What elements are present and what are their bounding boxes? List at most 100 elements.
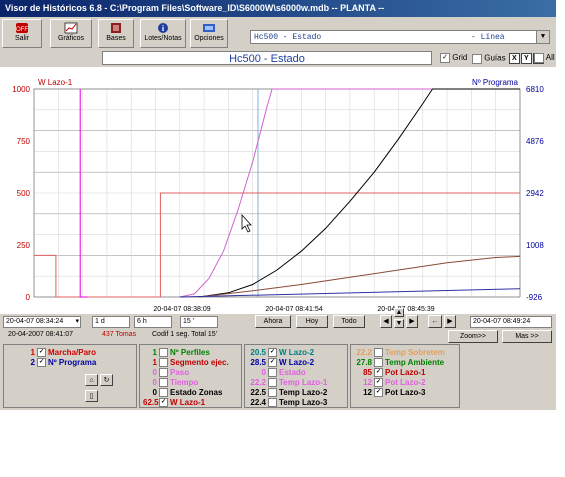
grid-checkbox[interactable]: ✓ <box>440 53 450 63</box>
legend-item[interactable]: 1 Nº Perfiles <box>143 348 210 358</box>
legend-checkbox[interactable] <box>268 388 277 398</box>
legend-value: 27.8 <box>356 358 372 367</box>
back-arrow-icon[interactable]: ← <box>428 315 442 328</box>
legend-label: Marcha/Paro <box>48 348 97 357</box>
legend-item[interactable]: 85 ✓ Pot Lazo-1 <box>354 368 426 378</box>
mouse-pointer-icon <box>241 213 252 233</box>
legend-item[interactable]: 22.2 Temp Lazo-1 <box>248 378 327 388</box>
legend-checkbox[interactable] <box>159 358 168 368</box>
legend-label: Nº Programa <box>48 358 97 367</box>
mas-button[interactable]: Mas >> <box>502 330 552 343</box>
legend-item[interactable]: 1 ✓ Marcha/Paro <box>7 348 97 358</box>
legend-checkbox[interactable]: ✓ <box>268 358 277 368</box>
legend-checkbox[interactable]: ✓ <box>374 378 383 388</box>
legend-checkbox[interactable]: ✓ <box>159 398 168 408</box>
up-arrow-icon[interactable]: ▲ <box>394 308 404 317</box>
legend-value: 22.5 <box>250 388 266 397</box>
bases-button[interactable]: Bases <box>98 19 134 48</box>
y-button[interactable]: Y <box>520 53 532 64</box>
legend-checkbox[interactable] <box>268 368 277 378</box>
x-button[interactable]: X <box>508 53 520 64</box>
forward-arrow-icon[interactable]: ▶ <box>444 315 456 328</box>
legend-value: 85 <box>363 368 372 377</box>
refresh-icon[interactable]: ↻ <box>100 374 113 386</box>
legend-item[interactable]: 0 Estado Zonas <box>143 388 222 398</box>
legend-checkbox[interactable] <box>159 388 168 398</box>
left-arrow-icon[interactable]: ◀ <box>380 315 392 328</box>
legend-checkbox[interactable] <box>268 398 277 408</box>
left-tick-label: 0 <box>26 293 31 302</box>
zoom-button[interactable]: Zoom>> <box>448 330 498 343</box>
legend-checkbox[interactable] <box>159 378 168 388</box>
legend-label: Temp Lazo-3 <box>279 398 328 407</box>
legend-item[interactable]: 12 ✓ Pot Lazo-2 <box>354 378 425 388</box>
legend-checkbox[interactable] <box>159 368 168 378</box>
minutes-field[interactable]: 15 ' <box>180 316 218 328</box>
legend-item[interactable]: 20.5 ✓ W Lazo-2 <box>248 348 314 358</box>
chart-svg[interactable]: W Lazo-1 Nº Programa 1000 750 500 250 0 6810 487… <box>0 67 556 314</box>
todo-button[interactable]: Todo <box>333 315 365 328</box>
chevron-down-icon[interactable]: ▾ <box>75 317 79 327</box>
legend-item[interactable]: 2 ✓ Nº Programa <box>7 358 97 368</box>
legend-value: 22.4 <box>250 398 266 407</box>
lotes-notas-button[interactable]: i Lotes/Notas <box>140 19 186 48</box>
legend-checkbox[interactable]: ✓ <box>374 388 383 398</box>
legend-item[interactable]: 0 Estado <box>248 368 306 378</box>
legend-item[interactable]: 0 Paso <box>143 368 189 378</box>
legend-item[interactable]: 22.4 Temp Lazo-3 <box>248 398 328 408</box>
legend-label: Pot Lazo-1 <box>385 368 426 377</box>
guias-checkbox[interactable] <box>472 53 482 64</box>
grid-toggle[interactable]: ✓ Grid <box>440 53 467 63</box>
chart-area[interactable]: W Lazo-1 Nº Programa 1000 750 500 250 0 6810 487… <box>0 67 556 314</box>
end-date-field[interactable]: 20-04-07 08:49:24 <box>470 316 552 328</box>
info-icon: i <box>158 23 168 33</box>
down-arrow-icon[interactable]: ▼ <box>394 319 404 328</box>
legend-item[interactable]: 27.8 Temp Ambiente <box>354 358 444 368</box>
legend-checkbox[interactable]: ✓ <box>374 368 383 378</box>
legend-value: 12 <box>363 388 372 397</box>
legend-label: Nº Perfiles <box>170 348 210 357</box>
legend-item[interactable]: 28.5 ✓ W Lazo-2 <box>248 358 314 368</box>
database-icon <box>111 23 121 33</box>
legend-item[interactable]: 12 ✓ Pot Lazo-3 <box>354 388 425 398</box>
opciones-button[interactable]: Opciones <box>190 19 228 48</box>
legend-value: 2 <box>30 358 35 367</box>
salir-button[interactable]: OFF Salir <box>2 19 42 48</box>
legend-checkbox[interactable] <box>159 348 168 358</box>
legend-checkbox[interactable]: ✓ <box>37 358 46 368</box>
all-toggle[interactable]: All <box>534 53 555 63</box>
legend-panel: 1 ✓ Marcha/Paro 2 ✓ Nº Programa 1 Nº Perfiles 1… <box>0 344 556 408</box>
all-checkbox[interactable] <box>534 53 544 63</box>
legend-checkbox[interactable] <box>268 378 277 388</box>
codif-info: Codif 1 seg. Total 15' <box>152 331 218 338</box>
legend-group-4: 22.2 Temp Sobretem 27.8 Temp Ambiente 85 ✓ Pot… <box>350 344 460 408</box>
legend-group-3: 20.5 ✓ W Lazo-2 28.5 ✓ W Lazo-2 0 Estado 22.2 Tem… <box>244 344 348 408</box>
options-icon <box>203 24 215 32</box>
legend-checkbox[interactable]: ✓ <box>268 348 277 358</box>
chevron-down-icon[interactable]: ▼ <box>536 31 549 43</box>
series-selector[interactable]: Hc500 - Estado - Línea ▼ <box>250 30 550 44</box>
home-icon[interactable]: ⌂ <box>85 374 98 386</box>
start-date-field[interactable]: 20-04-07 08:34:24 ▾ <box>3 316 81 328</box>
left-axis-title: W Lazo-1 <box>38 78 73 87</box>
legend-checkbox[interactable] <box>374 348 383 358</box>
legend-label: Temp Sobretem <box>385 348 445 357</box>
graficos-button[interactable]: Gráficos <box>50 19 92 48</box>
legend-label: Segmento ejec. <box>170 358 229 367</box>
days-field[interactable]: 1 d <box>92 316 130 328</box>
copy-icon[interactable]: ▯ <box>85 390 98 402</box>
legend-checkbox[interactable] <box>374 358 383 368</box>
legend-item[interactable]: 62.5 ✓ W Lazo-1 <box>143 398 205 408</box>
chart-icon <box>64 22 78 34</box>
legend-checkbox[interactable]: ✓ <box>37 348 46 358</box>
legend-item[interactable]: 22.5 Temp Lazo-2 <box>248 388 327 398</box>
legend-item[interactable]: 22.2 Temp Sobretem <box>354 348 445 358</box>
hours-field[interactable]: 6 h <box>134 316 172 328</box>
legend-item[interactable]: 0 Tiempo <box>143 378 198 388</box>
ahora-button[interactable]: Ahora <box>255 315 291 328</box>
right-arrow-icon[interactable]: ▶ <box>406 315 418 328</box>
legend-value: 1 <box>152 358 157 367</box>
legend-item[interactable]: 1 Segmento ejec. <box>143 358 229 368</box>
hoy-button[interactable]: Hoy <box>296 315 328 328</box>
legend-value: 0 <box>152 368 157 377</box>
